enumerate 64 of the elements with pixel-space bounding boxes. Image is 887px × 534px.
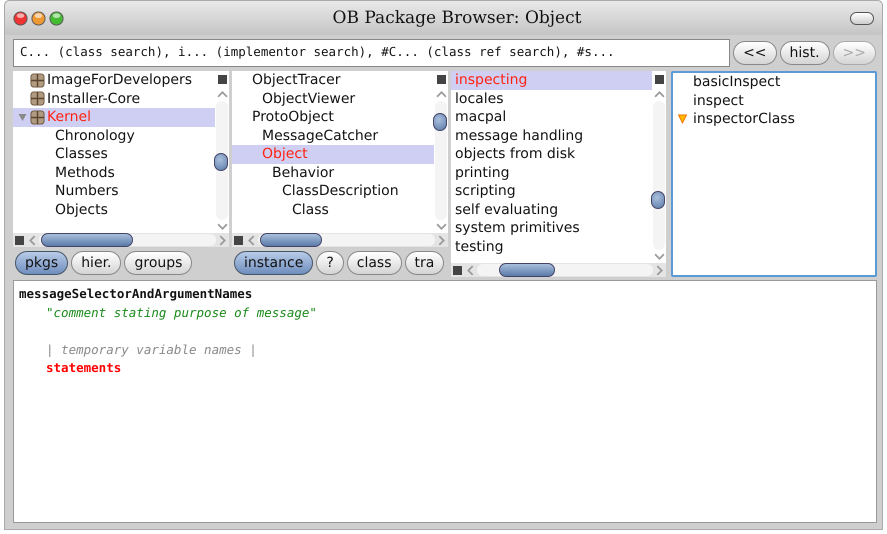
protocol-row[interactable]: message handling bbox=[451, 126, 652, 145]
class-row[interactable]: ObjectTracer bbox=[232, 71, 434, 90]
method-row[interactable]: basicInspect bbox=[673, 73, 875, 92]
history-button[interactable]: << bbox=[733, 41, 777, 65]
scroll-thumb[interactable] bbox=[260, 233, 322, 247]
scroll-thumb[interactable] bbox=[433, 113, 447, 131]
horizontal-scrollbar[interactable] bbox=[451, 263, 666, 277]
scroll-menu-icon[interactable] bbox=[15, 236, 24, 244]
protocol-row[interactable]: scripting bbox=[451, 182, 652, 200]
method-row[interactable]: inspect bbox=[673, 92, 875, 110]
class-row[interactable]: ProtoObject bbox=[232, 108, 434, 126]
scroll-thumb[interactable] bbox=[651, 191, 665, 209]
scroll-menu-icon[interactable] bbox=[234, 236, 243, 244]
view-toggle-button[interactable]: ? bbox=[316, 251, 344, 275]
package-row[interactable]: Methods bbox=[13, 164, 215, 182]
window-title: OB Package Browser: Object bbox=[332, 8, 582, 28]
package-row[interactable]: ImageForDevelopers bbox=[13, 71, 215, 90]
class-row[interactable]: ClassDescription bbox=[232, 182, 434, 200]
class-row[interactable]: Class bbox=[232, 200, 434, 219]
package-icon bbox=[30, 91, 45, 106]
package-icon bbox=[30, 110, 45, 125]
scroll-menu-icon[interactable] bbox=[453, 266, 462, 274]
protocol-row[interactable]: system primitives bbox=[451, 219, 652, 238]
package-row[interactable]: Chronology bbox=[13, 126, 215, 145]
scroll-menu-icon[interactable] bbox=[436, 75, 446, 84]
view-toggle-button[interactable]: groups bbox=[124, 251, 192, 275]
scroll-thumb[interactable] bbox=[41, 233, 133, 247]
history-button[interactable]: hist. bbox=[780, 41, 830, 65]
code-line: "comment stating purpose of message" bbox=[45, 304, 318, 322]
class-row[interactable]: MessageCatcher bbox=[232, 126, 434, 145]
scroll-menu-icon[interactable] bbox=[654, 75, 664, 84]
view-toggle-button[interactable]: tra bbox=[404, 251, 444, 275]
toolbar-toggle-button[interactable] bbox=[850, 12, 874, 24]
protocol-row[interactable]: locales bbox=[451, 90, 652, 108]
code-line: | temporary variable names | bbox=[45, 340, 258, 359]
package-icon bbox=[30, 72, 45, 88]
package-row[interactable]: Numbers bbox=[13, 182, 215, 200]
close-button[interactable] bbox=[13, 10, 28, 26]
scroll-thumb[interactable] bbox=[499, 263, 555, 277]
protocol-row[interactable]: objects from disk bbox=[451, 145, 652, 164]
scroll-menu-icon[interactable] bbox=[218, 75, 226, 84]
protocol-row[interactable]: printing bbox=[451, 164, 652, 182]
minimize-button[interactable] bbox=[31, 10, 46, 26]
protocol-row[interactable]: macpal bbox=[451, 108, 652, 126]
view-toggle-button[interactable]: instance bbox=[234, 251, 314, 275]
method-row[interactable]: inspectorClass bbox=[673, 110, 875, 128]
scroll-thumb[interactable] bbox=[214, 153, 228, 171]
horizontal-scrollbar[interactable] bbox=[232, 233, 448, 247]
package-row[interactable]: Classes bbox=[13, 145, 215, 164]
view-toggle-button[interactable]: class bbox=[346, 251, 402, 275]
package-row[interactable]: Objects bbox=[13, 200, 215, 219]
horizontal-scrollbar[interactable] bbox=[13, 233, 229, 247]
code-editor[interactable]: messageSelectorAndArgumentNames "comment stating purpose of message" | temporary variable names | statements bbox=[13, 280, 877, 523]
protocol-row[interactable]: testing bbox=[451, 238, 652, 256]
view-toggle-button[interactable]: hier. bbox=[71, 251, 122, 275]
code-line: messageSelectorAndArgumentNames bbox=[19, 285, 254, 303]
protocol-row[interactable]: self evaluating bbox=[451, 200, 652, 219]
code-line: statements bbox=[45, 359, 122, 377]
class-row[interactable]: ObjectViewer bbox=[232, 90, 434, 108]
search-field[interactable]: C... (class search), i... (implementor search), #C... (class ref search), #s... bbox=[13, 39, 730, 67]
package-row[interactable]: Installer-Core bbox=[13, 90, 215, 108]
class-row[interactable]: Behavior bbox=[232, 164, 434, 182]
zoom-button[interactable] bbox=[49, 10, 64, 26]
view-toggle-button[interactable]: pkgs bbox=[15, 251, 68, 275]
